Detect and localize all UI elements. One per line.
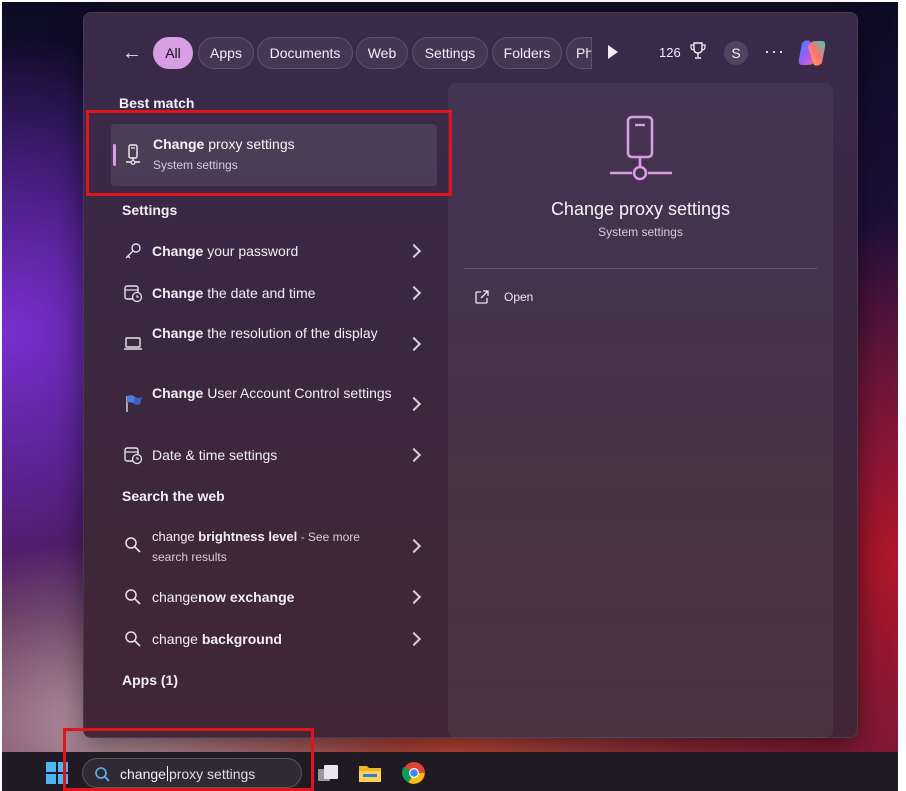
chevron-right-icon[interactable] bbox=[406, 243, 422, 259]
chevron-right-icon[interactable] bbox=[406, 285, 422, 301]
divider bbox=[464, 268, 818, 269]
open-external-icon bbox=[475, 290, 489, 304]
detail-title: Change proxy settings bbox=[550, 199, 731, 219]
best-match-title: Change proxy settings bbox=[153, 136, 295, 152]
best-match-header: Best match bbox=[119, 95, 195, 111]
filter-apps[interactable]: Apps bbox=[198, 37, 254, 69]
web-result-brightness[interactable]: change brightness level - See more search… bbox=[111, 521, 437, 569]
detail-pane: Change proxy settings System settings Op… bbox=[448, 83, 833, 738]
detail-subtitle: System settings bbox=[598, 225, 683, 239]
search-panel: ← All Apps Documents Web Settings Folder… bbox=[83, 12, 858, 738]
search-icon bbox=[125, 537, 141, 553]
taskbar: change proxy settings bbox=[2, 752, 898, 791]
calendar-clock-icon bbox=[124, 447, 143, 465]
web-result-background[interactable]: change background bbox=[111, 623, 437, 655]
filter-all[interactable]: All bbox=[153, 37, 193, 69]
proxy-server-icon bbox=[610, 115, 672, 181]
uac-flag-icon bbox=[126, 395, 142, 412]
result-label: change brightness level - See more search… bbox=[152, 529, 360, 564]
copilot-icon[interactable] bbox=[796, 37, 828, 69]
filter-folders[interactable]: Folders bbox=[492, 37, 562, 69]
result-label: Change User Account Control settings bbox=[152, 385, 392, 401]
chevron-right-icon[interactable] bbox=[406, 396, 422, 412]
search-icon bbox=[125, 589, 141, 605]
best-match-result[interactable]: Change proxy settings System settings bbox=[111, 124, 437, 186]
search-input[interactable]: change proxy settings bbox=[120, 766, 255, 782]
best-match-subtitle: System settings bbox=[153, 158, 238, 172]
search-icon bbox=[95, 767, 110, 782]
chevron-right-icon[interactable] bbox=[406, 589, 422, 605]
avatar[interactable]: S bbox=[724, 41, 748, 65]
result-label: change background bbox=[152, 631, 282, 647]
text-cursor bbox=[166, 766, 168, 781]
settings-result-date-time[interactable]: Change the date and time bbox=[111, 277, 437, 309]
filter-settings[interactable]: Settings bbox=[412, 37, 488, 69]
chevron-right-icon[interactable] bbox=[406, 631, 422, 647]
result-label: Change the date and time bbox=[152, 285, 316, 301]
web-result-changenow[interactable]: changenow exchange bbox=[111, 581, 437, 613]
settings-section-header: Settings bbox=[122, 202, 178, 218]
selection-accent bbox=[113, 144, 116, 166]
scroll-filters-right-icon[interactable] bbox=[608, 45, 618, 59]
filter-documents[interactable]: Documents bbox=[257, 37, 353, 69]
file-explorer-icon[interactable] bbox=[358, 761, 382, 785]
chevron-right-icon[interactable] bbox=[406, 336, 422, 352]
taskbar-search-box[interactable]: change proxy settings bbox=[82, 758, 302, 788]
settings-result-date-time-settings[interactable]: Date & time settings bbox=[111, 439, 437, 471]
trophy-icon[interactable] bbox=[690, 41, 706, 61]
result-label: Change the resolution of the display bbox=[152, 325, 378, 341]
proxy-server-icon bbox=[126, 144, 140, 165]
chevron-right-icon[interactable] bbox=[406, 447, 422, 463]
result-label: Change your password bbox=[152, 243, 299, 259]
settings-result-resolution[interactable]: Change the resolution of the display bbox=[111, 319, 437, 367]
laptop-icon bbox=[124, 337, 142, 350]
chevron-right-icon[interactable] bbox=[406, 538, 422, 554]
result-label: changenow exchange bbox=[152, 589, 295, 605]
calendar-clock-icon bbox=[124, 285, 143, 303]
search-icon bbox=[125, 631, 141, 647]
result-label: Date & time settings bbox=[152, 447, 278, 463]
rewards-points[interactable]: 126 bbox=[659, 45, 681, 60]
settings-result-uac[interactable]: Change User Account Control settings bbox=[111, 379, 437, 427]
key-icon bbox=[125, 243, 141, 259]
chrome-icon[interactable] bbox=[402, 761, 426, 785]
filter-photos[interactable]: Ph bbox=[566, 37, 592, 69]
filter-web[interactable]: Web bbox=[356, 37, 408, 69]
more-options-icon[interactable]: ··· bbox=[764, 41, 785, 62]
windows-start-icon[interactable] bbox=[46, 762, 68, 784]
web-section-header: Search the web bbox=[122, 488, 225, 504]
open-button[interactable]: Open bbox=[474, 289, 594, 309]
apps-section-header[interactable]: Apps (1) bbox=[122, 672, 178, 688]
back-arrow-icon[interactable]: ← bbox=[120, 39, 144, 67]
open-label: Open bbox=[504, 290, 534, 304]
settings-result-password[interactable]: Change your password bbox=[111, 235, 437, 267]
task-view-icon[interactable] bbox=[316, 761, 340, 785]
